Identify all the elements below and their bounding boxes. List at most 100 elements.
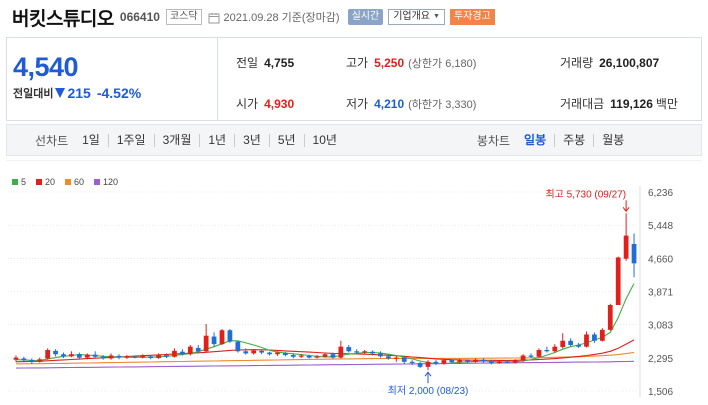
- legend-label: 5: [21, 177, 27, 187]
- stat-prev-close: 전일 4,755: [236, 54, 294, 71]
- candle-body: [441, 360, 447, 364]
- y-tick-label: 3,871: [648, 288, 673, 299]
- candle-body: [401, 357, 407, 362]
- company-overview-button[interactable]: 기업개요 ▼: [388, 9, 445, 25]
- period-bar: 선차트 1일 1주일 3개월 1년 3년 5년 10년 봉차트 일봉 주봉 월봉: [6, 124, 702, 156]
- candle-body: [496, 361, 502, 364]
- down-triangle-icon: [55, 88, 66, 98]
- y-tick-label: 4,660: [648, 254, 673, 265]
- candle-body: [164, 355, 169, 357]
- candle-body: [592, 334, 597, 341]
- candle-body: [370, 351, 375, 354]
- candle-body: [69, 354, 74, 357]
- candle-body: [172, 350, 177, 357]
- candle-body: [623, 235, 629, 259]
- candle-body: [53, 350, 58, 355]
- candle-body: [116, 355, 122, 358]
- stock-header: 버킷스튜디오 066410 코스닥 2021.09.28 기준(장마감) 실시간…: [0, 0, 708, 34]
- stat-value: 26,100,807: [599, 56, 660, 70]
- candle-body: [346, 347, 352, 352]
- candle-body: [267, 352, 272, 355]
- candle-body: [275, 352, 280, 355]
- candle-body: [100, 356, 106, 359]
- candle-body: [140, 355, 146, 358]
- candle-monthly[interactable]: 월봉: [593, 133, 632, 147]
- candle-body: [599, 329, 605, 341]
- candle-body: [37, 359, 43, 362]
- y-tick-label: 6,236: [648, 188, 673, 199]
- legend-ma60: 60: [65, 177, 84, 187]
- stat-volume: 거래량 26,100,807: [560, 54, 659, 71]
- candle-body: [211, 336, 217, 345]
- period-1y[interactable]: 1년: [199, 133, 234, 147]
- candle-body: [528, 355, 534, 357]
- candle-body: [330, 354, 336, 358]
- stat-label: 전일: [236, 56, 259, 70]
- candle-body: [92, 354, 98, 357]
- candle-body: [504, 361, 510, 363]
- period-3m[interactable]: 3개월: [153, 133, 200, 147]
- candle-body: [21, 358, 27, 361]
- realtime-button[interactable]: 실시간: [347, 9, 384, 25]
- legend-ma20: 20: [36, 177, 55, 187]
- price-panel: 4,540 전일대비 215 -4.52% 전일 4,755 고가 5,250 …: [6, 37, 702, 121]
- line-chart-title: 선차트: [35, 133, 69, 148]
- candle-body: [298, 355, 304, 357]
- candle-weekly[interactable]: 주봉: [554, 133, 593, 147]
- candle-body: [481, 359, 486, 362]
- stat-unit: 백만: [655, 97, 678, 111]
- candle-body: [465, 360, 471, 362]
- candle-body: [631, 244, 637, 264]
- investment-warning-badge[interactable]: 투자경고: [449, 9, 495, 25]
- base-date: 2021.09.28 기준(장마감): [223, 12, 340, 24]
- price-stats: 전일 4,755 고가 5,250 (상한가 6,180) 거래량 26,100…: [218, 38, 701, 120]
- period-1w[interactable]: 1주일: [107, 133, 154, 147]
- ma-legend: 5 20 60 120: [12, 177, 118, 187]
- candle-body: [322, 354, 328, 357]
- candle-body: [290, 355, 296, 357]
- y-tick-label: 2,295: [648, 354, 673, 365]
- candle-daily[interactable]: 일봉: [516, 133, 554, 147]
- legend-label: 120: [103, 177, 119, 187]
- candle-body: [393, 357, 399, 359]
- chart-svg[interactable]: 6,236 5,448 4,660 3,871 3,083 2,295 1,506 최고 5,…: [6, 159, 702, 405]
- low-annotation: 최저 2,000 (08/23): [388, 385, 469, 397]
- stock-code: 066410: [119, 10, 160, 24]
- current-price-box: 4,540 전일대비 215 -4.52%: [7, 38, 218, 120]
- candle-body: [124, 356, 130, 358]
- candle-body: [473, 359, 478, 362]
- candle-body: [433, 361, 439, 364]
- stat-label: 저가: [346, 97, 369, 111]
- candle-body: [314, 356, 320, 358]
- candle-body: [512, 360, 518, 363]
- candle-body: [219, 330, 225, 345]
- candle-body: [235, 341, 241, 352]
- stat-label: 거래대금: [560, 97, 605, 111]
- legend-label: 60: [74, 177, 85, 187]
- candle-chart-title: 봉차트: [476, 133, 511, 148]
- candle-chart: 5 20 60 120 6,236 5,448 4,660 3,871 3,083 2,2…: [6, 159, 702, 405]
- stat-amount: 거래대금 119,126 백만: [560, 95, 678, 112]
- stat-value: 4,755: [264, 56, 295, 70]
- candle-body: [560, 340, 566, 348]
- candle-body: [29, 360, 35, 362]
- candle-body: [187, 346, 193, 355]
- stat-value: 119,126: [610, 97, 653, 111]
- stat-label: 거래량: [560, 56, 594, 70]
- period-5y[interactable]: 5년: [268, 133, 304, 147]
- candle-body: [607, 305, 613, 330]
- legend-ma5: 5: [12, 177, 26, 187]
- candle-body: [283, 352, 288, 356]
- period-1d[interactable]: 1일: [74, 133, 108, 147]
- candle-body: [61, 354, 66, 357]
- candle-body: [251, 350, 257, 354]
- legend-label: 20: [45, 177, 56, 187]
- candle-body: [13, 357, 19, 360]
- current-price: 4,540: [13, 52, 79, 82]
- period-10y[interactable]: 10년: [303, 133, 345, 147]
- candle-body: [568, 340, 574, 345]
- period-3y[interactable]: 3년: [234, 133, 269, 147]
- change-label: 전일대비: [13, 88, 54, 100]
- candle-body: [132, 356, 138, 358]
- change-amount: 215: [67, 85, 91, 101]
